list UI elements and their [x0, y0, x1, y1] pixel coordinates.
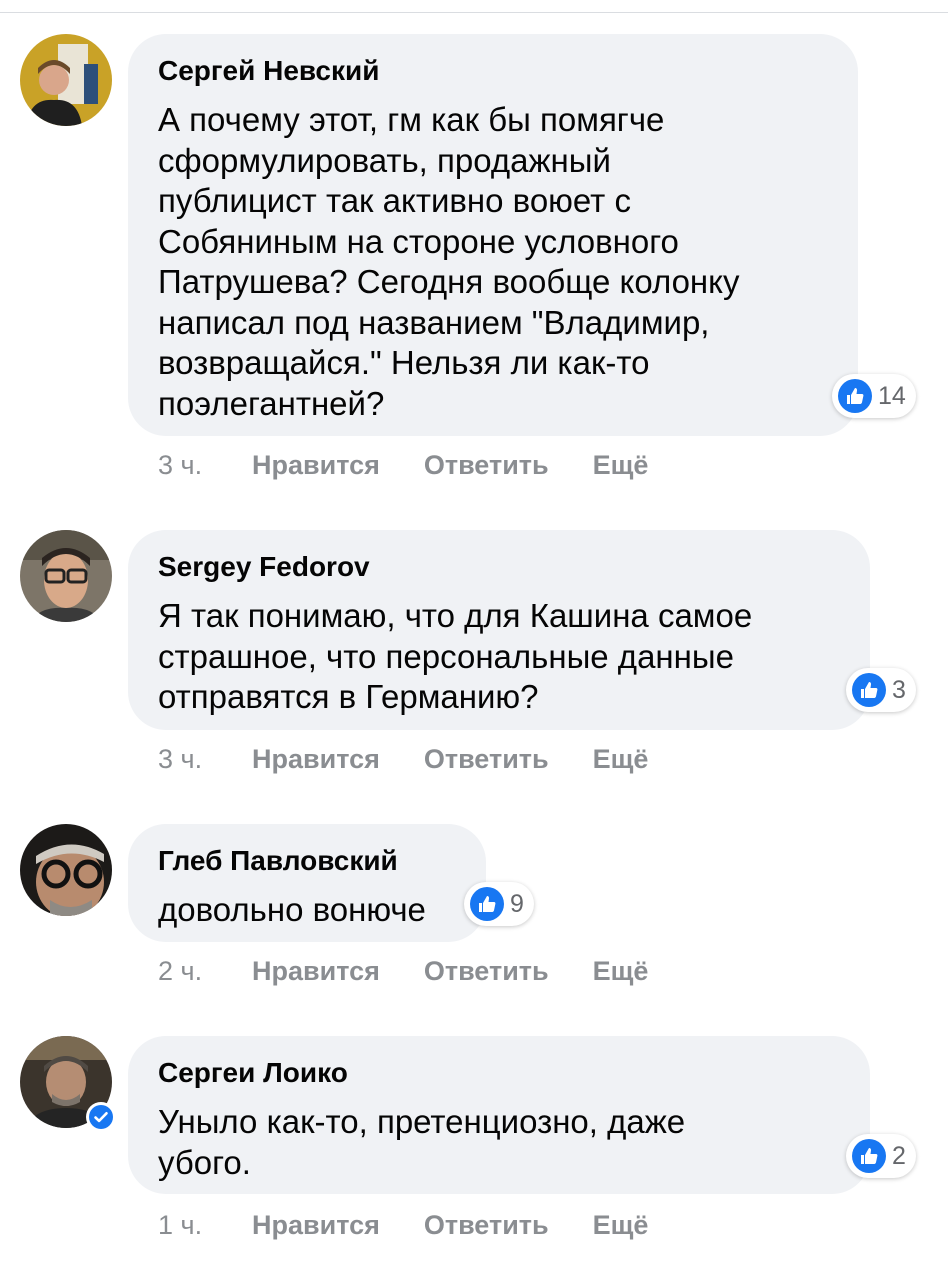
more-button[interactable]: Ещё [593, 744, 649, 775]
reply-button[interactable]: Ответить [424, 1210, 549, 1241]
like-button[interactable]: Нравится [252, 450, 380, 481]
avatar-sergey-nevsky[interactable] [20, 34, 112, 126]
reaction-count-pill[interactable]: 9 [464, 882, 534, 926]
like-button[interactable]: Нравится [252, 1210, 380, 1241]
comment-text: А почему этот, гм как бы помягче сформул… [158, 101, 740, 422]
like-button[interactable]: Нравится [252, 956, 380, 987]
reply-button[interactable]: Ответить [424, 956, 549, 987]
reaction-count: 3 [892, 675, 906, 704]
comment-actions: 3 ч. Нравится Ответить Ещё [158, 742, 692, 776]
reaction-count: 9 [510, 889, 524, 918]
comment-timestamp[interactable]: 2 ч. [158, 956, 252, 987]
more-button[interactable]: Ещё [593, 956, 649, 987]
thumbs-up-icon [852, 673, 886, 707]
comment-bubble: Глеб Павловский довольно вонюче [128, 824, 486, 942]
comment-text: довольно вонюче [158, 891, 426, 928]
verified-badge [86, 1102, 116, 1132]
more-button[interactable]: Ещё [593, 1210, 649, 1241]
reply-button[interactable]: Ответить [424, 450, 549, 481]
comment-author[interactable]: Глеб Павловский [158, 844, 456, 878]
more-button[interactable]: Ещё [593, 450, 649, 481]
comment-timestamp[interactable]: 3 ч. [158, 744, 252, 775]
comment-text: Я так понимаю, что для Кашина самое стра… [158, 597, 753, 715]
comment-actions: 3 ч. Нравится Ответить Ещё [158, 448, 692, 482]
comment-actions: 1 ч. Нравится Ответить Ещё [158, 1208, 692, 1242]
thumbs-up-icon [852, 1139, 886, 1173]
reaction-count-pill[interactable]: 14 [832, 374, 916, 418]
comment-actions: 2 ч. Нравится Ответить Ещё [158, 954, 692, 988]
comment-author[interactable]: Сергей Невский [158, 54, 828, 88]
thumbs-up-icon [470, 887, 504, 921]
comment-timestamp[interactable]: 3 ч. [158, 450, 252, 481]
comment-author[interactable]: Sergey Fedorov [158, 550, 840, 584]
reaction-count: 14 [878, 381, 906, 410]
reply-button[interactable]: Ответить [424, 744, 549, 775]
comment-bubble: Сергей Невский А почему этот, гм как бы … [128, 34, 858, 436]
avatar-sergey-fedorov[interactable] [20, 530, 112, 622]
thumbs-up-icon [838, 379, 872, 413]
comment-author[interactable]: Сергеи Лоико [158, 1056, 840, 1090]
comment-text: Уныло как-то, претенциозно, даже убого. [158, 1103, 686, 1181]
comment-timestamp[interactable]: 1 ч. [158, 1210, 252, 1241]
avatar-gleb-pavlovsky[interactable] [20, 824, 112, 916]
comment-bubble: Sergey Fedorov Я так понимаю, что для Ка… [128, 530, 870, 730]
reaction-count: 2 [892, 1141, 906, 1170]
verified-badge-icon [89, 1105, 113, 1129]
top-divider [0, 12, 948, 13]
like-button[interactable]: Нравится [252, 744, 380, 775]
comment-bubble: Сергеи Лоико Уныло как-то, претенциозно,… [128, 1036, 870, 1194]
reaction-count-pill[interactable]: 3 [846, 668, 916, 712]
reaction-count-pill[interactable]: 2 [846, 1134, 916, 1178]
